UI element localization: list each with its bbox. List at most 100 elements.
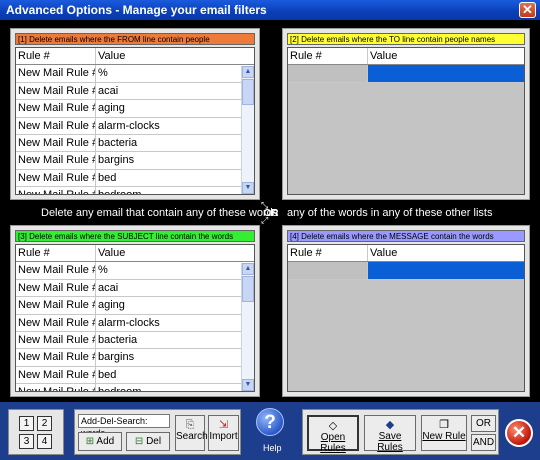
panel-4-button[interactable]: 4 <box>37 434 52 449</box>
rule-column-header[interactable]: Rule # <box>288 48 368 65</box>
grid-header-row: Rule # Value <box>288 48 524 66</box>
help-icon[interactable]: ? <box>256 408 284 436</box>
value-cell[interactable]: % <box>96 262 241 278</box>
table-row[interactable]: New Mail Rule #1 bacteria <box>16 134 241 153</box>
close-icon[interactable]: ✕ <box>519 2 536 18</box>
import-button[interactable]: ⇲ Import <box>208 415 239 451</box>
save-rules-button[interactable]: ◆ Save Rules <box>364 415 416 453</box>
message-rules-grid[interactable]: Rule # Value <box>287 244 525 392</box>
message-new-row[interactable] <box>288 262 524 280</box>
rule-cell[interactable]: New Mail Rule #1 <box>16 187 96 194</box>
add-label: Add <box>96 436 115 447</box>
add-del-search-input[interactable]: Add-Del-Search: words <box>78 414 170 438</box>
rule-cell[interactable]: New Mail Rule #1 <box>16 262 96 279</box>
table-row[interactable]: New Mail Rule #1 alarm-clocks <box>16 314 241 332</box>
table-row[interactable]: New Mail Rule #1 bargins <box>16 349 241 367</box>
new-rule-label: New Rule <box>422 431 466 442</box>
value-cell[interactable]: bedroom <box>96 187 241 194</box>
panel-2-button[interactable]: 2 <box>37 416 52 431</box>
scroll-thumb[interactable] <box>242 79 254 105</box>
table-row[interactable]: New Mail Rule #1 acai <box>16 82 241 101</box>
panel-3-button[interactable]: 3 <box>19 434 34 449</box>
value-cell[interactable]: alarm-clocks <box>96 118 241 134</box>
selected-value-cell[interactable] <box>368 65 524 82</box>
value-column-header[interactable]: Value <box>368 48 524 64</box>
value-column-header[interactable]: Value <box>96 245 254 261</box>
rule-cell[interactable]: New Mail Rule #1 <box>16 297 96 314</box>
table-row[interactable]: New Mail Rule #1 alarm-clocks <box>16 117 241 135</box>
rule-cell[interactable]: New Mail Rule #1 <box>16 65 96 82</box>
or-logic-button[interactable]: OR <box>471 415 496 432</box>
from-scrollbar[interactable]: ▲ ▼ <box>241 66 254 194</box>
and-logic-button[interactable]: AND <box>471 434 496 451</box>
value-cell[interactable]: bedroom <box>96 384 241 391</box>
value-cell[interactable]: bargins <box>96 349 241 365</box>
table-row[interactable]: New Mail Rule #1 aging <box>16 100 241 118</box>
table-row[interactable]: New Mail Rule #1 bargins <box>16 152 241 170</box>
add-button[interactable]: ⊞ Add <box>78 432 122 451</box>
rule-cell[interactable]: New Mail Rule #1 <box>16 134 96 152</box>
value-column-header[interactable]: Value <box>368 245 524 261</box>
panel-1-button[interactable]: 1 <box>19 416 34 431</box>
new-rule-button[interactable]: ❐ New Rule <box>421 415 467 451</box>
table-row[interactable]: New Mail Rule #1% <box>16 65 241 83</box>
search-button[interactable]: ⎘ Search <box>175 415 208 451</box>
value-column-header[interactable]: Value <box>96 48 254 64</box>
rule-cell[interactable]: New Mail Rule #1 <box>16 366 96 384</box>
rule-cell[interactable]: New Mail Rule #1 <box>16 169 96 187</box>
value-cell[interactable]: % <box>96 65 241 81</box>
rule-column-header[interactable]: Rule # <box>16 245 96 262</box>
to-new-row[interactable] <box>288 65 524 83</box>
subject-filter-panel: [3] Delete emails where the SUBJECT line… <box>10 225 260 397</box>
value-cell[interactable]: bed <box>96 170 241 186</box>
table-row[interactable]: New Mail Rule #1 bacteria <box>16 331 241 350</box>
new-rule-cell[interactable] <box>288 262 368 279</box>
subject-rules-grid[interactable]: Rule # Value New Mail Rule #1% New Mail R… <box>15 244 255 392</box>
rule-cell[interactable]: New Mail Rule #1 <box>16 100 96 117</box>
value-cell[interactable]: bacteria <box>96 332 241 348</box>
rule-cell[interactable]: New Mail Rule #1 <box>16 384 96 391</box>
table-row[interactable]: New Mail Rule #1% <box>16 262 241 280</box>
message-panel-title: [4] Delete emails where the MESSAGE cont… <box>287 230 525 242</box>
scroll-down-icon[interactable]: ▼ <box>242 182 254 194</box>
value-cell[interactable]: aging <box>96 100 241 116</box>
right-rule-description: any of the words in any of these other l… <box>287 207 493 219</box>
value-cell[interactable]: alarm-clocks <box>96 315 241 331</box>
rule-cell[interactable]: New Mail Rule #1 <box>16 82 96 100</box>
resize-arrow-icon: ⤢ <box>261 215 269 225</box>
value-cell[interactable]: acai <box>96 83 241 99</box>
table-row[interactable]: New Mail Rule #1 acai <box>16 279 241 298</box>
rule-column-header[interactable]: Rule # <box>16 48 96 65</box>
table-row[interactable]: New Mail Rule #1 bed <box>16 169 241 188</box>
value-cell[interactable]: bacteria <box>96 135 241 151</box>
table-row[interactable]: New Mail Rule #1 aging <box>16 297 241 315</box>
rule-column-header[interactable]: Rule # <box>288 245 368 262</box>
scroll-thumb[interactable] <box>242 276 254 302</box>
search-icon: ⎘ <box>185 419 195 431</box>
open-rules-button[interactable]: ◇ Open Rules <box>307 415 359 454</box>
value-cell[interactable]: acai <box>96 280 241 296</box>
new-rule-cell[interactable] <box>288 65 368 82</box>
table-row[interactable]: New Mail Rule #1bedroom <box>16 384 241 391</box>
rule-cell[interactable]: New Mail Rule #1 <box>16 279 96 297</box>
to-rules-grid[interactable]: Rule # Value <box>287 47 525 195</box>
table-row[interactable]: New Mail Rule #1bedroom <box>16 187 241 194</box>
scroll-down-icon[interactable]: ▼ <box>242 379 254 391</box>
exit-icon[interactable]: ✕ <box>505 419 533 447</box>
rule-cell[interactable]: New Mail Rule #1 <box>16 331 96 349</box>
value-cell[interactable]: bargins <box>96 152 241 168</box>
value-cell[interactable]: aging <box>96 297 241 313</box>
scroll-up-icon[interactable]: ▲ <box>242 66 254 78</box>
subject-scrollbar[interactable]: ▲ ▼ <box>241 263 254 391</box>
table-row[interactable]: New Mail Rule #1 bed <box>16 366 241 385</box>
rule-cell[interactable]: New Mail Rule #1 <box>16 349 96 366</box>
rule-cell[interactable]: New Mail Rule #1 <box>16 117 96 134</box>
selected-value-cell[interactable] <box>368 262 524 279</box>
rule-cell[interactable]: New Mail Rule #1 <box>16 314 96 331</box>
value-cell[interactable]: bed <box>96 367 241 383</box>
delete-button[interactable]: ⊟ Del <box>126 432 170 451</box>
from-rules-grid[interactable]: Rule # Value New Mail Rule #1% New Mail R… <box>15 47 255 195</box>
resize-arrow-icon: ⤡ <box>261 200 269 210</box>
rule-cell[interactable]: New Mail Rule #1 <box>16 152 96 169</box>
scroll-up-icon[interactable]: ▲ <box>242 263 254 275</box>
